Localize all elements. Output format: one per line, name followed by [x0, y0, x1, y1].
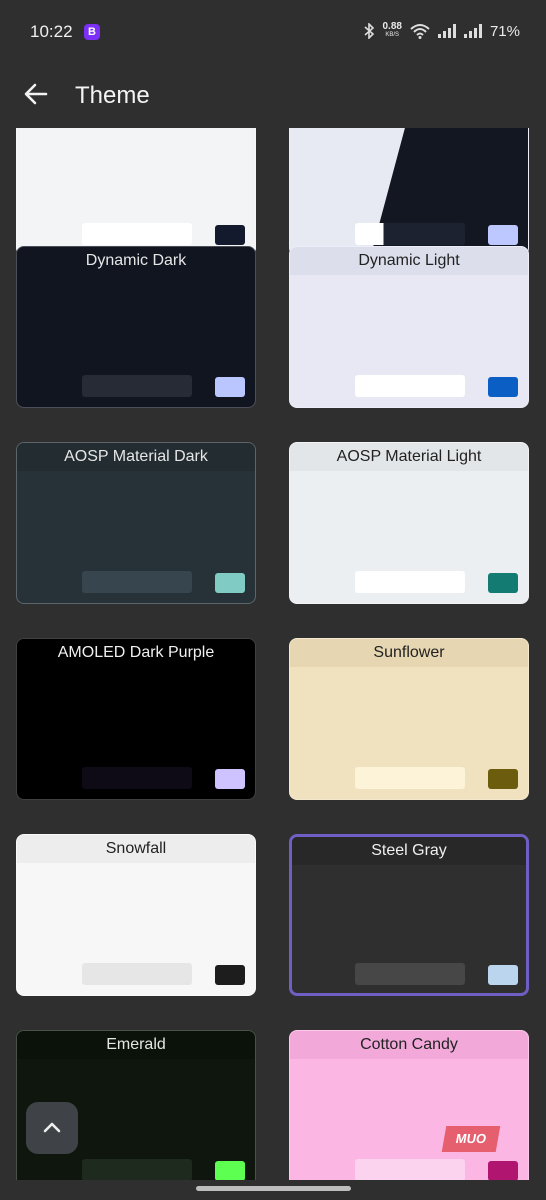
theme-card[interactable]: Steel Gray: [289, 834, 529, 996]
theme-name: Snowfall: [105, 840, 167, 857]
status-time: 10:22: [30, 22, 73, 41]
theme-accent-swatch: [215, 1161, 245, 1180]
theme-accent-swatch: [215, 769, 245, 789]
theme-accent-swatch: [488, 769, 518, 789]
theme-card[interactable]: [16, 128, 256, 256]
theme-preview-bar: [355, 571, 465, 593]
app-bar: Theme: [0, 64, 546, 128]
theme-accent-swatch: [488, 1161, 518, 1180]
watermark-logo: MUO: [441, 1126, 501, 1152]
theme-name: Sunflower: [373, 644, 445, 661]
theme-card[interactable]: Dynamic Light: [289, 246, 529, 408]
bluetooth-icon: [363, 23, 374, 39]
theme-accent-swatch: [488, 965, 518, 985]
wifi-icon: [410, 24, 430, 39]
theme-accent-swatch: [488, 225, 518, 245]
theme-name: Steel Gray: [371, 842, 447, 859]
theme-preview-bar: [82, 767, 192, 789]
theme-accent-swatch: [215, 377, 245, 397]
theme-preview-bar: [355, 1159, 465, 1180]
theme-accent-swatch: [488, 573, 518, 593]
theme-preview-bar: [82, 963, 192, 985]
theme-accent-swatch: [215, 965, 245, 985]
theme-name: AOSP Material Light: [336, 448, 482, 465]
arrow-left-icon: [24, 83, 48, 105]
network-speed: 0.88 KB/S: [382, 21, 402, 39]
theme-card[interactable]: AOSP Material Light: [289, 442, 529, 604]
theme-accent-swatch: [488, 377, 518, 397]
theme-name: Dynamic Light: [358, 252, 460, 269]
page-title: Theme: [75, 82, 150, 109]
signal-icon: [437, 24, 456, 38]
theme-accent-swatch: [215, 573, 245, 593]
theme-preview-bar: [355, 223, 465, 245]
theme-accent-swatch: [215, 225, 245, 245]
theme-preview-bar: [82, 223, 192, 245]
theme-preview-bar: [82, 1159, 192, 1180]
chevron-up-icon: [43, 1122, 61, 1133]
theme-card[interactable]: Cotton Candy: [289, 1030, 529, 1180]
theme-preview-bar: [355, 375, 465, 397]
theme-preview-bar: [82, 375, 192, 397]
theme-name: Dynamic Dark: [85, 252, 187, 269]
scroll-to-top-button[interactable]: [26, 1102, 78, 1154]
theme-grid: Dynamic Dark Dynamic Light AOSP Material D…: [0, 128, 546, 1180]
status-icons: 0.88 KB/S 71%: [363, 21, 520, 40]
theme-preview-bar: [355, 963, 465, 985]
signal-icon-2: [463, 24, 482, 38]
back-button[interactable]: [22, 80, 50, 108]
theme-name: AMOLED Dark Purple: [57, 644, 215, 661]
theme-card[interactable]: Sunflower: [289, 638, 529, 800]
theme-card[interactable]: AOSP Material Dark: [16, 442, 256, 604]
theme-name: Cotton Candy: [360, 1036, 458, 1053]
theme-card[interactable]: AMOLED Dark Purple: [16, 638, 256, 800]
theme-name: Emerald: [106, 1036, 166, 1053]
theme-card[interactable]: Snowfall: [16, 834, 256, 996]
theme-card[interactable]: Dynamic Dark: [16, 246, 256, 408]
gesture-home-bar[interactable]: [196, 1186, 351, 1191]
notification-app-icon: B: [84, 24, 100, 40]
theme-name: AOSP Material Dark: [64, 448, 208, 465]
status-bar: 10:22 B 0.88 KB/S 71%: [0, 0, 546, 64]
theme-preview-bar: [355, 767, 465, 789]
theme-preview-bar: [82, 571, 192, 593]
battery-level: 71%: [489, 22, 520, 40]
theme-card[interactable]: [289, 128, 529, 256]
